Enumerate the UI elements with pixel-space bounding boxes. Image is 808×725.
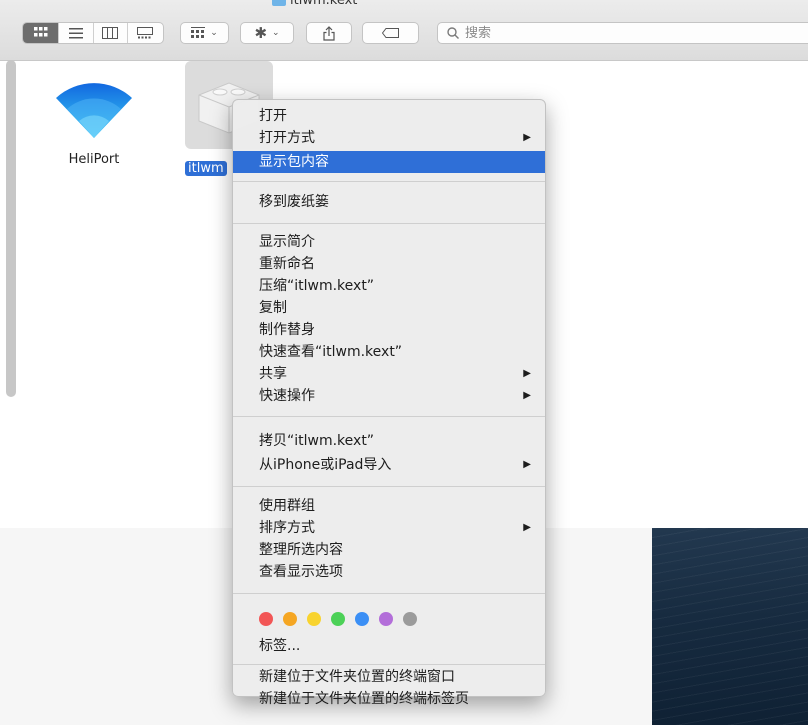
- menu-item-quick-actions[interactable]: 快速操作 ▶: [233, 385, 545, 407]
- menu-item-new-terminal-tab[interactable]: 新建位于文件夹位置的终端标签页: [233, 688, 545, 710]
- wifi-icon: [56, 83, 132, 138]
- menu-separator: [233, 416, 545, 417]
- menu-item-quick-look[interactable]: 快速查看“itlwm.kext”: [233, 341, 545, 363]
- edit-tags-button[interactable]: [362, 22, 419, 44]
- tag-color-dot[interactable]: [307, 612, 321, 626]
- list-view-button[interactable]: [59, 23, 94, 43]
- folder-icon: [272, 0, 286, 6]
- menu-separator: [233, 593, 545, 594]
- tag-color-dot[interactable]: [379, 612, 393, 626]
- menu-item-compress[interactable]: 压缩“itlwm.kext”: [233, 275, 545, 297]
- tag-color-dot[interactable]: [331, 612, 345, 626]
- menu-item-copy[interactable]: 拷贝“itlwm.kext”: [233, 430, 545, 452]
- menu-separator: [233, 223, 545, 224]
- context-menu: 打开 打开方式 ▶ 显示包内容 移到废纸篓 显示简介 重新命名 压缩“itlwm.…: [232, 99, 546, 707]
- search-field[interactable]: [437, 22, 808, 44]
- view-mode-control[interactable]: [22, 22, 164, 44]
- menu-separator: [233, 486, 545, 487]
- menu-item-new-terminal-window[interactable]: 新建位于文件夹位置的终端窗口: [233, 666, 545, 688]
- menu-item-clean-up-selection[interactable]: 整理所选内容: [233, 539, 545, 561]
- action-menu-button[interactable]: ✱ ⌄: [240, 22, 294, 44]
- tag-color-dot[interactable]: [403, 612, 417, 626]
- icon-view-button[interactable]: [23, 23, 60, 43]
- search-input[interactable]: [463, 24, 767, 42]
- file-name: HeliPort: [68, 152, 120, 167]
- menu-item-open-with[interactable]: 打开方式 ▶: [233, 127, 545, 149]
- menu-item-sort-by[interactable]: 排序方式 ▶: [233, 517, 545, 539]
- submenu-arrow-icon: ▶: [523, 390, 531, 401]
- column-view-icon: [102, 27, 119, 39]
- tag-color-dot[interactable]: [259, 612, 273, 626]
- gallery-view-icon: [137, 27, 154, 39]
- menu-item-show-package-contents[interactable]: 显示包内容: [233, 151, 545, 173]
- gear-icon: ✱: [254, 24, 268, 42]
- icon-view-icon: [33, 27, 48, 37]
- toolbar: itlwm.kext ⌄ ✱ ⌄: [0, 0, 808, 61]
- menu-separator: [233, 664, 545, 665]
- list-view-icon: [68, 27, 83, 38]
- menu-item-share[interactable]: 共享 ▶: [233, 363, 545, 385]
- group-icon: [191, 27, 206, 38]
- menu-item-duplicate[interactable]: 复制: [233, 297, 545, 319]
- menu-item-tags[interactable]: 标签...: [233, 635, 545, 657]
- chevron-down-icon: ⌄: [272, 28, 280, 38]
- scrollbar[interactable]: [6, 60, 16, 397]
- share-icon: [323, 25, 335, 41]
- menu-item-get-info[interactable]: 显示简介: [233, 231, 545, 253]
- menu-item-use-groups[interactable]: 使用群组: [233, 495, 545, 517]
- desktop-wallpaper: [652, 528, 808, 725]
- menu-item-move-to-trash[interactable]: 移到废纸篓: [233, 191, 545, 213]
- file-name: itlwm: [185, 161, 227, 176]
- menu-item-make-alias[interactable]: 制作替身: [233, 319, 545, 341]
- gallery-view-button[interactable]: [128, 23, 163, 43]
- file-item-heliport[interactable]: HeliPort: [44, 72, 144, 167]
- tag-color-dot[interactable]: [283, 612, 297, 626]
- tag-color-dot[interactable]: [355, 612, 369, 626]
- column-view-button[interactable]: [94, 23, 128, 43]
- menu-item-rename[interactable]: 重新命名: [233, 253, 545, 275]
- window-title: itlwm.kext: [272, 0, 357, 8]
- tag-icon: [381, 28, 399, 38]
- share-button[interactable]: [306, 22, 352, 44]
- search-icon: [447, 27, 459, 39]
- menu-item-open[interactable]: 打开: [233, 105, 545, 127]
- chevron-down-icon: ⌄: [210, 28, 218, 38]
- submenu-arrow-icon: ▶: [523, 459, 531, 470]
- menu-item-import-from-iphone[interactable]: 从iPhone或iPad导入 ▶: [233, 454, 545, 476]
- submenu-arrow-icon: ▶: [523, 522, 531, 533]
- submenu-arrow-icon: ▶: [523, 368, 531, 379]
- menu-separator: [233, 181, 545, 182]
- group-by-button[interactable]: ⌄: [180, 22, 229, 44]
- submenu-arrow-icon: ▶: [523, 132, 531, 143]
- menu-item-show-view-options[interactable]: 查看显示选项: [233, 561, 545, 583]
